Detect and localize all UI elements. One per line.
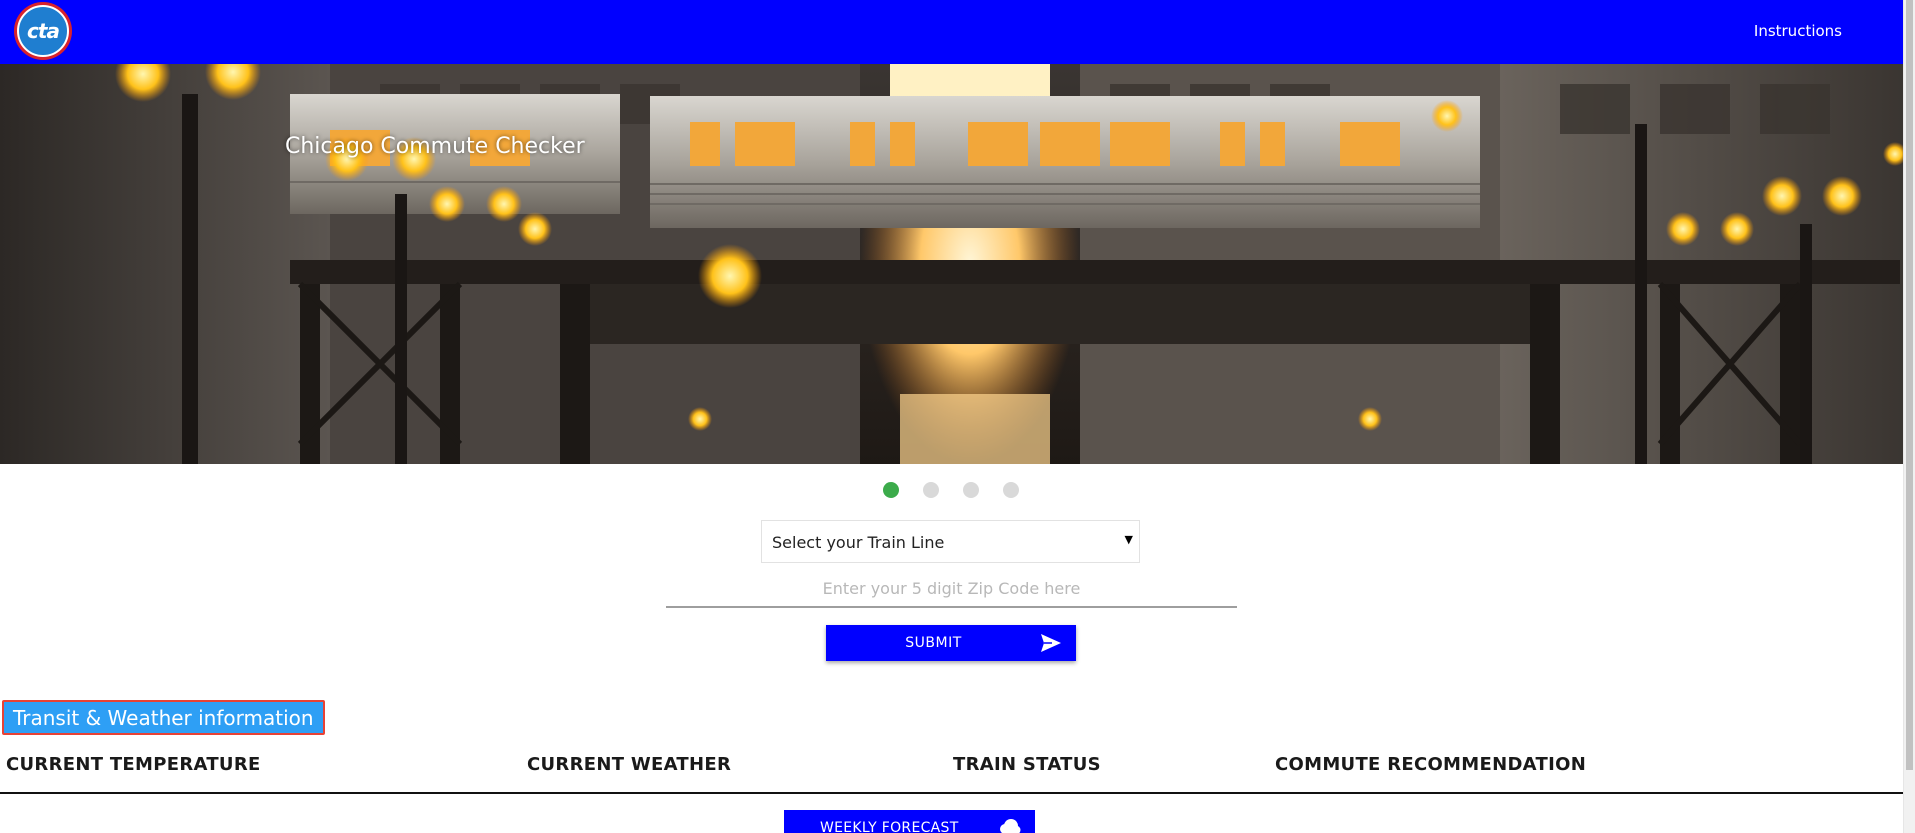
transit-weather-label[interactable]: Transit & Weather information <box>2 700 325 735</box>
train-line-select[interactable]: Select your Train Line ▼ <box>761 520 1140 563</box>
hero-carousel: Chicago Commute Checker <box>0 64 1904 464</box>
cta-logo[interactable]: cta <box>14 2 72 60</box>
page-scrollbar[interactable] <box>1903 0 1915 833</box>
weekly-forecast-button[interactable]: WEEKLY FORECAST <box>784 810 1035 833</box>
submit-button[interactable]: SUBMIT <box>826 625 1076 661</box>
commute-recommendation-header: COMMUTE RECOMMENDATION <box>1275 754 1587 775</box>
send-icon <box>1040 633 1062 656</box>
carousel-dot-2[interactable] <box>923 482 939 498</box>
submit-button-label: SUBMIT <box>905 635 962 651</box>
zip-code-input[interactable] <box>666 570 1237 608</box>
scrollbar-thumb[interactable] <box>1906 0 1913 770</box>
instructions-link[interactable]: Instructions <box>1754 22 1842 40</box>
logo-text: cta <box>17 5 69 57</box>
section-divider <box>0 792 1904 794</box>
current-weather-header: CURRENT WEATHER <box>527 754 732 775</box>
carousel-dot-4[interactable] <box>1003 482 1019 498</box>
hero-title: Chicago Commute Checker <box>285 134 585 159</box>
hero-image <box>0 64 1904 464</box>
carousel-dot-1[interactable] <box>883 482 899 498</box>
cloud-icon <box>997 818 1021 833</box>
current-temperature-header: CURRENT TEMPERATURE <box>6 754 261 775</box>
train-line-select-value: Select your Train Line <box>772 533 945 552</box>
navbar: cta Instructions <box>0 0 1904 64</box>
train-status-header: TRAIN STATUS <box>953 754 1101 775</box>
caret-down-icon: ▼ <box>1124 533 1133 546</box>
carousel-dot-3[interactable] <box>963 482 979 498</box>
page: cta Instructions Chicago Commute Checker… <box>0 0 1915 833</box>
weekly-forecast-label: WEEKLY FORECAST <box>820 820 959 833</box>
carousel-indicators <box>883 482 1019 498</box>
